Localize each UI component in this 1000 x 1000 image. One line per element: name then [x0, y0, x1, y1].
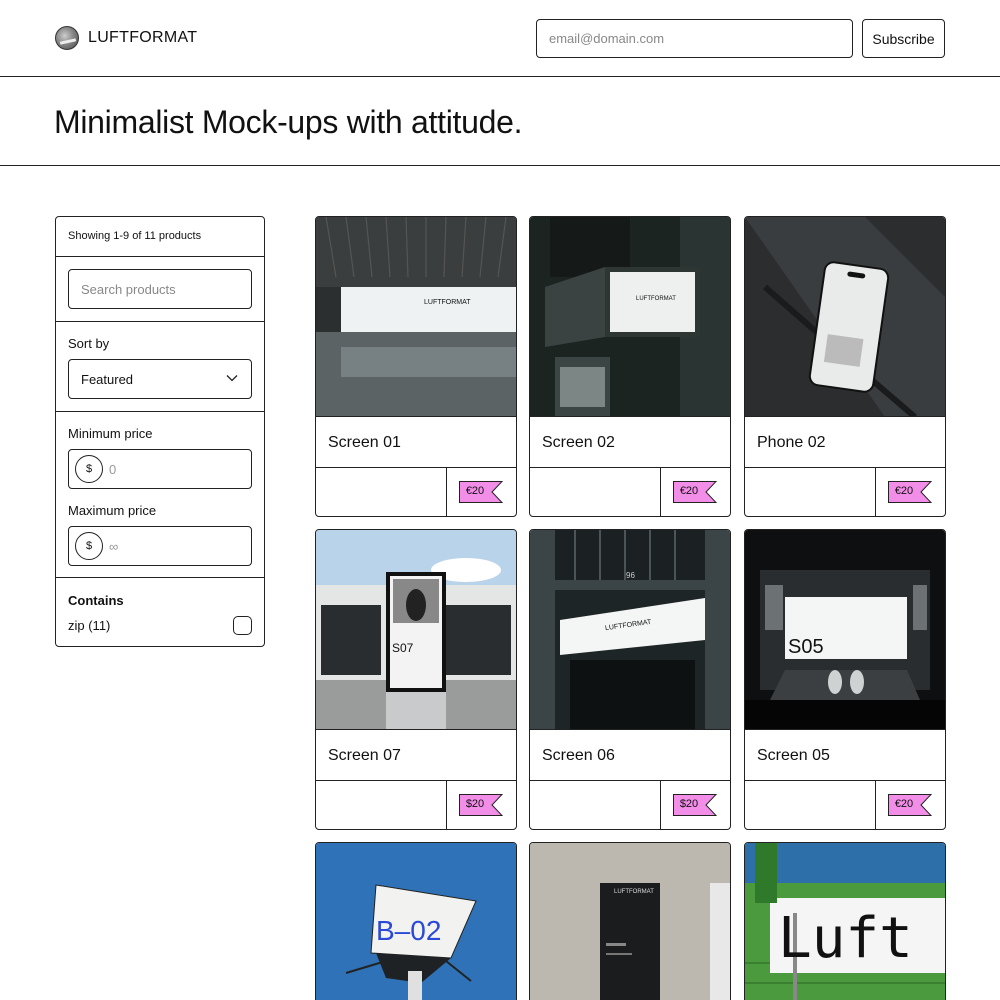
contains-title: Contains	[68, 593, 124, 608]
product-card-phone-02[interactable]: Phone 02 €20	[744, 216, 946, 517]
product-name[interactable]: Screen 07	[328, 747, 401, 765]
product-count: Showing 1-9 of 11 products	[56, 217, 264, 257]
image-text: LUFTFORMAT	[614, 889, 654, 895]
currency-icon: $	[75, 532, 103, 560]
product-count-text: Showing 1-9 of 11 products	[68, 230, 202, 242]
product-card-screen-07[interactable]: S07 Screen 07 $20	[315, 529, 517, 830]
product-footer: $20	[316, 780, 516, 829]
product-footer: €20	[316, 467, 516, 516]
sort-select[interactable]: Featured	[68, 359, 252, 399]
product-footer: €20	[745, 467, 945, 516]
email-input[interactable]	[536, 19, 853, 58]
product-name[interactable]: Screen 06	[542, 747, 615, 765]
sort-value: Featured	[81, 372, 134, 387]
min-price-label: Minimum price	[68, 426, 153, 441]
product-card-luft[interactable]: Luft	[744, 842, 946, 1000]
product-price: €20	[894, 485, 914, 497]
min-price-input[interactable]: $ 0	[68, 449, 252, 489]
product-price: $20	[679, 798, 699, 810]
image-text: Luft	[778, 906, 913, 971]
product-image[interactable]: LUFTFORMAT	[316, 217, 516, 417]
search-input[interactable]	[68, 269, 252, 309]
product-image[interactable]: 96 LUFTFORMAT	[530, 530, 730, 730]
product-image[interactable]: Luft	[745, 843, 945, 1000]
price-tag: €20	[459, 481, 503, 503]
product-name[interactable]: Screen 01	[328, 434, 401, 452]
max-price-input[interactable]: $ ∞	[68, 526, 252, 566]
sort-section: Sort by Featured	[56, 322, 264, 412]
image-text: B–02	[376, 915, 442, 946]
contains-section: Contains zip (11)	[56, 578, 264, 646]
price-tag: €20	[888, 794, 932, 816]
product-price: $20	[465, 798, 485, 810]
search-section	[56, 257, 264, 322]
product-image[interactable]	[745, 217, 945, 417]
price-tag: $20	[459, 794, 503, 816]
subscribe-button[interactable]: Subscribe	[862, 19, 945, 58]
product-image[interactable]: B–02	[316, 843, 516, 1000]
product-card-screen-01[interactable]: LUFTFORMAT Screen 01 €20	[315, 216, 517, 517]
image-number: 96	[626, 571, 635, 580]
product-card-screen-05[interactable]: S05 Screen 05 €20	[744, 529, 946, 830]
product-price: €20	[894, 798, 914, 810]
max-price-label: Maximum price	[68, 503, 157, 518]
product-card-b-02[interactable]: B–02	[315, 842, 517, 1000]
image-text: S07	[392, 641, 414, 655]
image-text: LUFTFORMAT	[424, 299, 471, 306]
product-card-tower[interactable]: LUFTFORMAT	[529, 842, 731, 1000]
product-image[interactable]: LUFTFORMAT	[530, 217, 730, 417]
brand-name[interactable]: LUFTFORMAT	[88, 29, 197, 47]
zip-filter-label: zip (11)	[68, 618, 111, 633]
product-footer: €20	[530, 467, 730, 516]
product-price: €20	[679, 485, 699, 497]
logo-icon[interactable]	[55, 26, 79, 50]
zip-filter-checkbox[interactable]	[233, 616, 252, 635]
price-section: Minimum price $ 0 Maximum price $ ∞	[56, 412, 264, 578]
site-header: LUFTFORMAT Subscribe	[0, 0, 1000, 77]
product-name[interactable]: Phone 02	[757, 434, 826, 452]
product-card-screen-06[interactable]: 96 LUFTFORMAT Screen 06 $20	[529, 529, 731, 830]
page-title: Minimalist Mock-ups with attitude.	[54, 104, 523, 140]
price-tag: €20	[673, 481, 717, 503]
product-price: €20	[465, 485, 485, 497]
product-image[interactable]: S07	[316, 530, 516, 730]
product-name[interactable]: Screen 05	[757, 747, 830, 765]
product-name[interactable]: Screen 02	[542, 434, 615, 452]
min-price-value: 0	[109, 462, 117, 477]
currency-icon: $	[75, 455, 103, 483]
price-tag: $20	[673, 794, 717, 816]
chevron-down-icon	[226, 375, 238, 382]
filter-sidebar: Showing 1-9 of 11 products Sort by Featu…	[55, 216, 265, 647]
product-footer: €20	[745, 780, 945, 829]
image-text: LUFTFORMAT	[636, 296, 676, 302]
product-image[interactable]: S05	[745, 530, 945, 730]
product-image[interactable]: LUFTFORMAT	[530, 843, 730, 1000]
image-text: S05	[788, 636, 824, 658]
price-tag: €20	[888, 481, 932, 503]
max-price-value: ∞	[109, 539, 119, 554]
product-footer: $20	[530, 780, 730, 829]
hero-section: Minimalist Mock-ups with attitude.	[0, 77, 1000, 166]
sort-label: Sort by	[68, 336, 110, 351]
product-card-screen-02[interactable]: LUFTFORMAT Screen 02 €20	[529, 216, 731, 517]
